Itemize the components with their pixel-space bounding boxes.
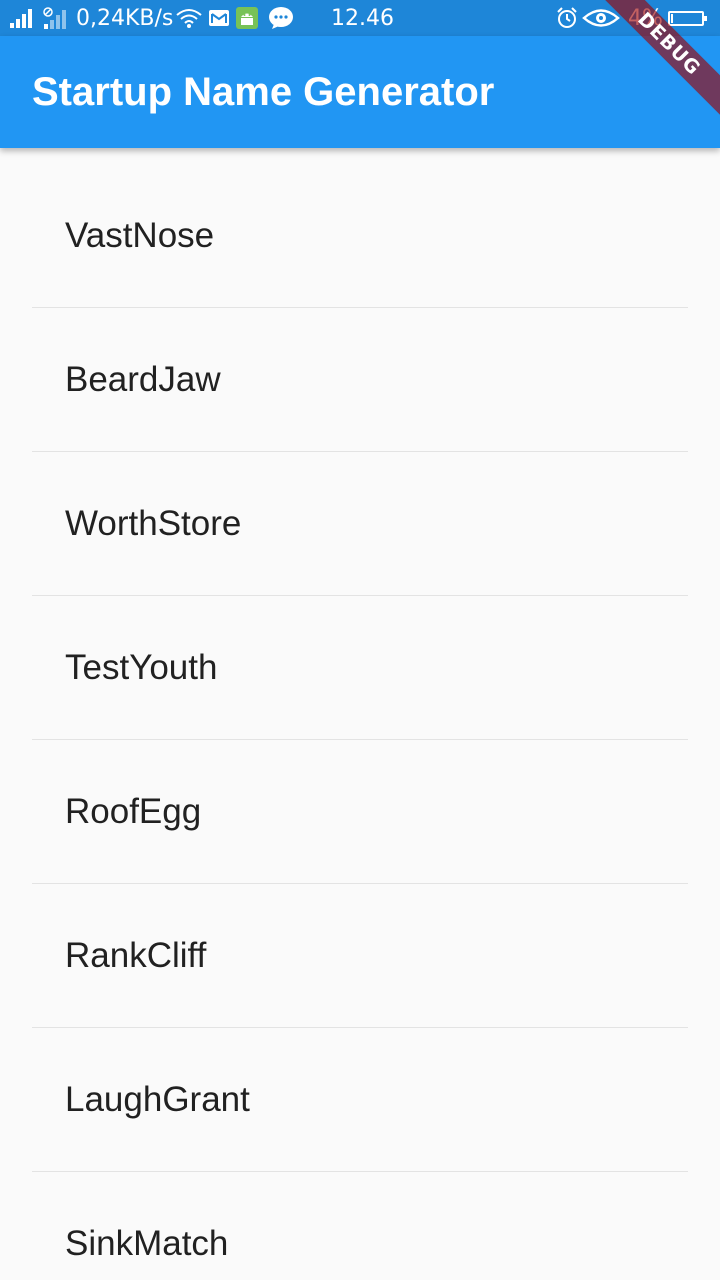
list-item[interactable]: TestYouth [32, 596, 688, 740]
list-item[interactable]: WorthStore [32, 452, 688, 596]
mail-icon [208, 0, 230, 36]
list-item-label: VastNose [65, 216, 215, 255]
list-item[interactable]: RankCliff [32, 884, 688, 1028]
list-item-label: RoofEgg [65, 792, 202, 831]
battery-icon [668, 0, 707, 36]
wifi-icon [176, 0, 202, 36]
list-item[interactable]: VastNose [32, 148, 688, 308]
app-bar: Startup Name Generator [0, 36, 720, 148]
signal-icon [10, 0, 36, 36]
signal-icon [42, 0, 70, 36]
list-item[interactable]: RoofEgg [32, 740, 688, 884]
list-item-label: RankCliff [65, 936, 207, 975]
startup-name-list[interactable]: VastNose BeardJaw WorthStore TestYouth R… [0, 148, 720, 1280]
list-item-label: SinkMatch [65, 1224, 229, 1263]
alarm-icon [556, 0, 578, 36]
list-item[interactable]: SinkMatch [32, 1172, 688, 1280]
list-item-label: BeardJaw [65, 360, 221, 399]
list-item-label: WorthStore [65, 504, 242, 543]
list-item[interactable]: LaughGrant [32, 1028, 688, 1172]
status-bar: 0,24KB/s 12.46 4% [0, 0, 720, 36]
app-bar-title: Startup Name Generator [32, 70, 495, 114]
app-screen: 0,24KB/s 12.46 4% Startup Name Generator… [0, 0, 720, 1280]
list-item-label: LaughGrant [65, 1080, 250, 1119]
android-icon [236, 0, 258, 36]
network-speed: 0,24KB/s [76, 5, 174, 31]
eye-icon [582, 0, 620, 36]
clock-time: 12.46 [331, 5, 394, 31]
chat-icon [268, 0, 294, 36]
list-item-label: TestYouth [65, 648, 218, 687]
battery-percent: 4% [628, 5, 663, 31]
list-item[interactable]: BeardJaw [32, 308, 688, 452]
